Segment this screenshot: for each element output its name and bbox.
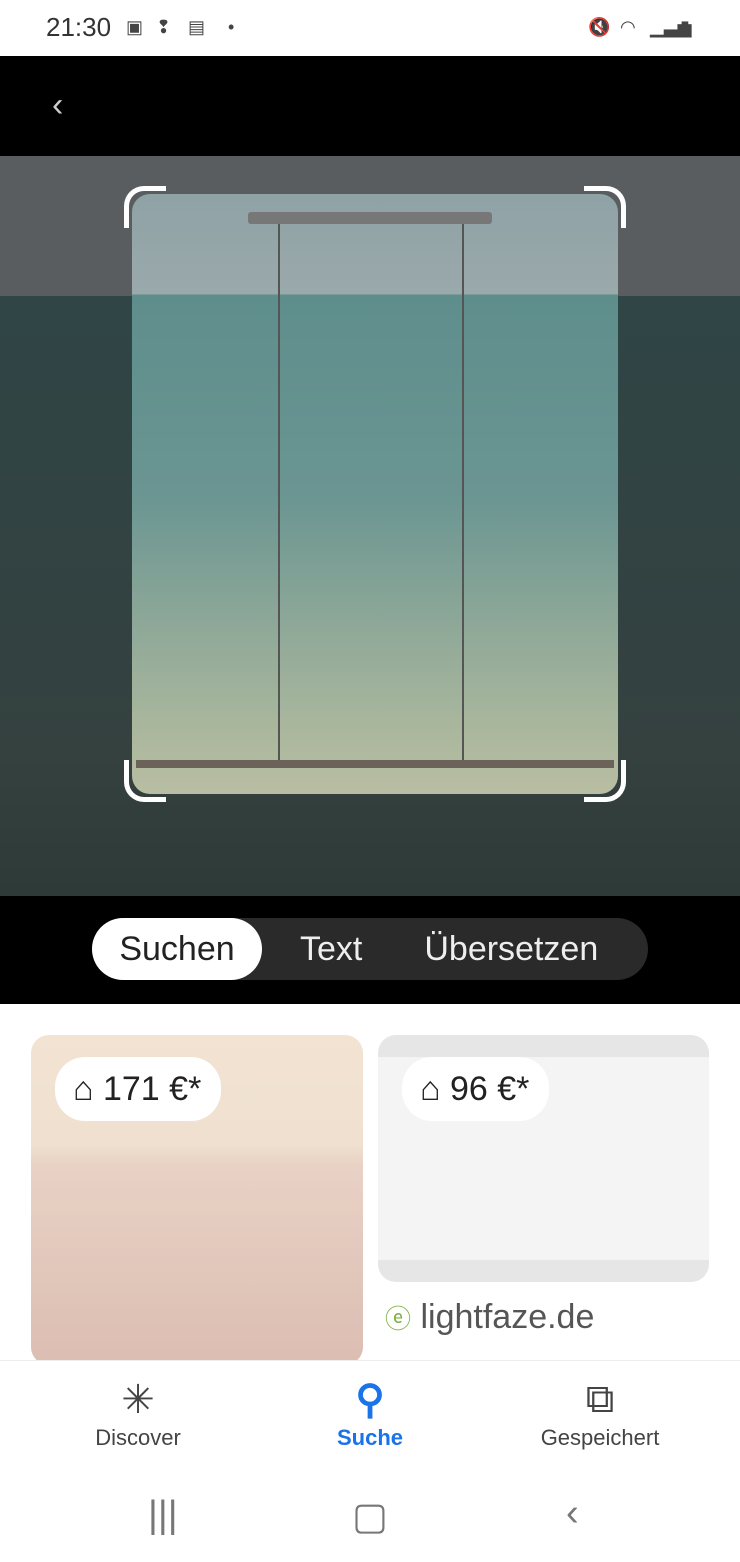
back-nav-icon[interactable]: ‹ [566, 1492, 579, 1535]
price: 171 €* [102, 1070, 202, 1108]
selection-area[interactable] [132, 194, 618, 794]
image-icon: ▣ [126, 17, 144, 37]
tag-icon: ⌂ [73, 1070, 103, 1108]
search-icon: ⚲ [355, 1378, 385, 1422]
battery-icon: ▮ [680, 17, 690, 37]
result-card[interactable]: ⌂ 171 €* [31, 1035, 363, 1365]
nav-search[interactable]: ⚲ Suche [270, 1377, 470, 1451]
nav-label: Discover [95, 1425, 181, 1450]
mode-search[interactable]: Suchen [92, 918, 262, 980]
source-name: lightfaze.de [420, 1298, 595, 1336]
tag-icon: ⌂ [420, 1070, 450, 1108]
price-badge: ⌂ 96 €* [402, 1057, 550, 1121]
price-badge: ⌂ 171 €* [55, 1057, 222, 1121]
lamp-cord [462, 220, 464, 765]
nav-label: Suche [336, 1425, 404, 1450]
wifi-icon: ◠ [620, 17, 636, 37]
back-icon[interactable]: ‹ [52, 86, 63, 125]
crop-handle[interactable] [584, 186, 626, 228]
clock: 21:30 [46, 12, 112, 42]
system-nav: ||| ▢ ‹ [0, 1470, 740, 1562]
nav-discover[interactable]: ✳ Discover [38, 1377, 238, 1451]
mode-switcher: Suchen Text Übersetzen [92, 918, 648, 980]
price: 96 €* [449, 1070, 530, 1108]
mute-vibrate-icon: 🔇 [588, 17, 611, 37]
home-icon[interactable]: ▢ [352, 1494, 388, 1539]
crop-handle[interactable] [584, 760, 626, 802]
top-bar: ‹ [0, 56, 740, 156]
status-bar: 21:30 ▣ ❢ ▤ • 🔇 ◠ ▁▃▅ ▮ [0, 0, 740, 56]
crop-handle[interactable] [124, 760, 166, 802]
mode-text[interactable]: Text [262, 930, 384, 969]
recents-icon[interactable]: ||| [148, 1494, 178, 1537]
dot-icon: • [228, 17, 235, 37]
mode-bar: Suchen Text Übersetzen [0, 896, 740, 1004]
bookmarks-icon: ⧉ [585, 1377, 615, 1421]
asterisk-icon: ✳ [121, 1378, 155, 1422]
crop-handle[interactable] [124, 186, 166, 228]
lamp-canopy [248, 212, 492, 224]
news-icon: ▤ [188, 17, 206, 37]
nav-label: Gespeichert [540, 1425, 660, 1450]
lamp-cord [278, 220, 280, 765]
footsteps-icon: ❢ [156, 17, 172, 37]
result-card[interactable]: ⌂ 96 €* [378, 1035, 709, 1282]
result-source[interactable]: ⓔ lightfaze.de [385, 1298, 594, 1337]
lamp-bar [136, 760, 614, 768]
source-favicon-icon: ⓔ [385, 1304, 412, 1334]
bottom-nav: ✳ Discover ⚲ Suche ⧉ Gespeichert [0, 1360, 740, 1470]
nav-saved[interactable]: ⧉ Gespeichert [500, 1377, 700, 1451]
mode-translate[interactable]: Übersetzen [384, 930, 620, 969]
